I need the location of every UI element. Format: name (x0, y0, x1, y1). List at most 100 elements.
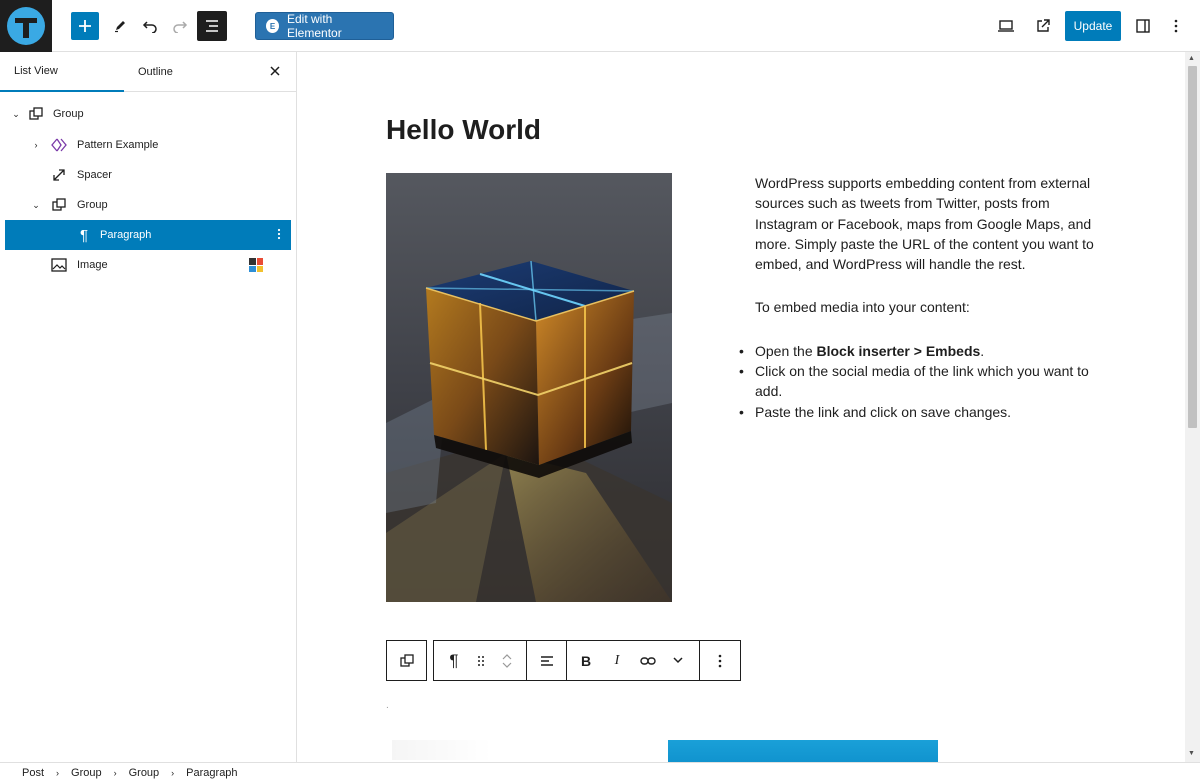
settings-panel-button[interactable] (1129, 11, 1157, 41)
scrollbar-thumb[interactable] (1188, 66, 1197, 428)
paragraph-icon[interactable]: ¶ (434, 641, 474, 680)
tab-outline[interactable]: Outline (138, 52, 173, 92)
paragraph-icon: ¶ (79, 226, 89, 244)
breadcrumb-item[interactable]: Group (129, 767, 160, 779)
preview-device-button[interactable] (992, 11, 1020, 41)
tree-item-label: Group (77, 199, 108, 211)
tree-item-label: Paragraph (100, 229, 152, 241)
paragraph-embed-intro[interactable]: WordPress supports embedding content fro… (755, 173, 1095, 274)
chevron-down-icon[interactable]: ⌄ (31, 200, 41, 211)
elementor-button-label: Edit with Elementor (287, 12, 342, 40)
list-item: Paste the link and click on save changes… (739, 402, 1095, 423)
breadcrumb-item[interactable]: Group (71, 767, 102, 779)
chevron-down-icon[interactable] (502, 661, 512, 669)
select-parent-button[interactable] (387, 641, 426, 680)
tab-list-view[interactable]: List View (0, 52, 124, 92)
chevron-down-icon (673, 657, 683, 664)
list-view-sidebar: List View Outline ⌄ Group › Pattern Exam… (0, 52, 297, 762)
embed-steps-list[interactable]: Open the Block inserter > Embeds. Click … (739, 341, 1095, 423)
tree-item-group[interactable]: ⌄ Group (5, 99, 291, 129)
tree-item-label: Spacer (77, 169, 112, 181)
scroll-up-icon[interactable]: ▲ (1188, 55, 1195, 62)
spacer-icon (50, 166, 68, 184)
redo-icon (173, 21, 188, 33)
link-button[interactable] (629, 641, 667, 680)
sidebar-tabs: List View Outline (0, 52, 296, 92)
move-block-controls[interactable] (488, 641, 526, 680)
group-icon (27, 105, 45, 123)
site-logo[interactable] (0, 0, 52, 52)
tree-item-spacer[interactable]: Spacer (5, 160, 291, 190)
edit-with-elementor-button[interactable]: E Edit with Elementor (255, 12, 394, 40)
paragraph-column: WordPress supports embedding content fro… (739, 173, 1095, 423)
tree-item-label: Pattern Example (77, 139, 159, 151)
pattern-icon (50, 136, 68, 154)
chevron-up-icon[interactable] (502, 653, 512, 661)
editor-app: E Edit with Elementor Update List View O… (0, 0, 1200, 783)
align-left-icon (540, 655, 553, 666)
tree-item-label: Image (77, 259, 108, 271)
list-item: Click on the social media of the link wh… (739, 361, 1095, 402)
close-icon[interactable] (270, 64, 280, 80)
update-button[interactable]: Update (1065, 11, 1121, 41)
document-overview-button[interactable] (197, 11, 227, 41)
bold-button[interactable]: B (567, 641, 605, 680)
breadcrumb-item[interactable]: Paragraph (186, 767, 237, 779)
options-menu-button[interactable] (1162, 11, 1190, 41)
view-post-button[interactable] (1029, 11, 1057, 41)
more-vertical-icon[interactable] (277, 228, 281, 242)
faded-block (392, 740, 492, 760)
post-title[interactable]: Hello World (386, 114, 541, 146)
group-icon (50, 196, 68, 214)
paragraph-embed-steps[interactable]: To embed media into your content: (755, 297, 1095, 317)
list-item: Open the Block inserter > Embeds. (739, 341, 1095, 362)
chevron-right-icon: › (171, 768, 175, 778)
image-block[interactable] (386, 173, 672, 602)
chevron-down-icon[interactable]: ⌄ (11, 109, 21, 120)
desktop-icon (998, 20, 1014, 32)
external-link-icon (1037, 19, 1050, 32)
add-block-button[interactable] (71, 12, 99, 40)
edit-tool-button[interactable] (106, 11, 134, 41)
prism-cube-image (386, 173, 672, 602)
tree-item-group-nested[interactable]: ⌄ Group (5, 190, 291, 220)
chevron-right-icon: › (113, 768, 117, 778)
undo-button[interactable] (136, 11, 164, 41)
more-vertical-icon (718, 654, 722, 667)
block-toolbar: ¶ B I (386, 640, 741, 681)
italic-button[interactable]: I (605, 641, 629, 680)
chevron-right-icon[interactable]: › (31, 140, 41, 150)
group-icon (399, 653, 414, 667)
tree-item-pattern[interactable]: › Pattern Example (5, 130, 291, 160)
top-toolbar: E Edit with Elementor Update (0, 0, 1200, 52)
canvas-scrollbar[interactable]: ▲ ▼ (1185, 52, 1200, 762)
tree-item-paragraph[interactable]: ¶ Paragraph (5, 220, 291, 250)
elementor-icon: E (266, 19, 279, 33)
list-view-icon (206, 20, 218, 32)
editor-canvas: Hello World WordPress supports embedding… (297, 52, 1185, 762)
breadcrumb: Post › Group › Group › Paragraph (0, 762, 1200, 783)
cover-block[interactable] (668, 740, 938, 762)
select-parent-group (386, 640, 427, 681)
sidebar-toggle-icon (1136, 19, 1150, 33)
more-vertical-icon (1174, 19, 1178, 33)
tree-item-label: Group (53, 108, 84, 120)
plus-icon (79, 20, 91, 32)
block-options-button[interactable] (700, 641, 740, 680)
scroll-down-icon[interactable]: ▼ (1188, 750, 1195, 757)
pencil-icon (115, 21, 125, 33)
undo-icon (142, 21, 157, 33)
empty-paragraph-block[interactable]: . (386, 700, 389, 711)
more-formats-button[interactable] (667, 641, 689, 680)
chevron-right-icon: › (56, 768, 60, 778)
image-thumbnail-icon (249, 258, 263, 272)
drag-handle-icon[interactable] (474, 641, 488, 680)
redo-button[interactable] (166, 11, 194, 41)
link-icon (640, 656, 656, 665)
align-text-button[interactable] (527, 641, 566, 680)
breadcrumb-item[interactable]: Post (22, 767, 44, 779)
image-icon (50, 256, 68, 274)
tree-item-image[interactable]: Image (5, 250, 291, 280)
block-controls: ¶ B I (433, 640, 741, 681)
logo-icon (7, 7, 45, 45)
